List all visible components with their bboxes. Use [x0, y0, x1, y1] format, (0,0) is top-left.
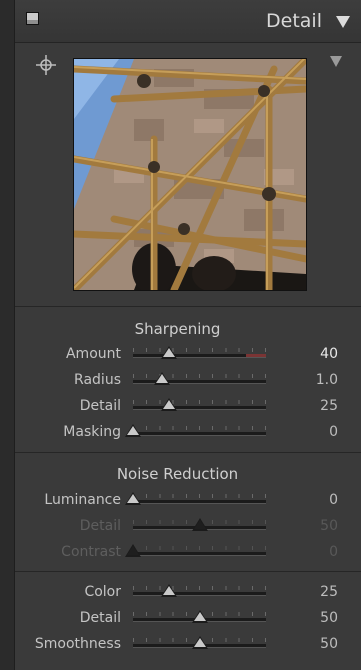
color-detail-slider[interactable] [133, 610, 266, 623]
noise-reduction-section: Noise Reduction Luminance 0 Detail 50 Co… [15, 453, 361, 572]
detail-panel: Detail Sharpening Amount 40 Radius 1.0 D… [14, 0, 361, 670]
masking-value[interactable]: 0 [329, 424, 338, 440]
luminance-detail-value[interactable]: 50 [320, 518, 338, 534]
amount-slider-thumb[interactable] [160, 346, 177, 359]
radius-slider-thumb[interactable] [154, 372, 171, 385]
color-slider[interactable] [133, 584, 266, 597]
luminance-contrast-label: Contrast [61, 544, 121, 560]
luminance-contrast-value[interactable]: 0 [329, 544, 338, 560]
luminance-slider[interactable] [125, 492, 266, 505]
detail-slider[interactable] [133, 398, 266, 411]
smoothness-slider[interactable] [133, 636, 266, 649]
masking-slider-thumb[interactable] [125, 424, 141, 437]
smoothness-value[interactable]: 50 [320, 636, 338, 652]
detail-value[interactable]: 25 [320, 398, 338, 414]
noise-reduction-title: Noise Reduction [116, 465, 239, 483]
amount-row: Amount 40 [15, 344, 361, 366]
luminance-label: Luminance [44, 492, 121, 508]
luminance-contrast-slider-thumb[interactable] [125, 544, 141, 557]
amount-label: Amount [65, 346, 121, 362]
radius-value[interactable]: 1.0 [316, 372, 338, 388]
luminance-detail-row: Detail 50 [15, 516, 361, 538]
masking-label: Masking [63, 424, 121, 440]
panel-switch-icon[interactable] [26, 12, 39, 25]
radius-label: Radius [74, 372, 121, 388]
radius-slider[interactable] [133, 372, 266, 385]
luminance-value[interactable]: 0 [329, 492, 338, 508]
detail-row: Detail 25 [15, 396, 361, 418]
luminance-detail-label: Detail [79, 518, 121, 534]
color-label: Color [84, 584, 121, 600]
color-detail-value[interactable]: 50 [320, 610, 338, 626]
color-value[interactable]: 25 [320, 584, 338, 600]
masking-row: Masking 0 [15, 422, 361, 444]
detail-preview-area [15, 42, 361, 307]
luminance-detail-slider-thumb[interactable] [191, 518, 208, 531]
color-detail-slider-thumb[interactable] [191, 610, 208, 623]
sharpening-section: Sharpening Amount 40 Radius 1.0 Detail 2… [15, 307, 361, 453]
amount-slider[interactable] [133, 346, 266, 359]
detail-preview-image[interactable] [73, 58, 307, 291]
color-noise-section: Color 25 Detail 50 Smoothness 50 [15, 572, 361, 670]
panel-header[interactable]: Detail [15, 0, 361, 43]
sharpening-title: Sharpening [134, 320, 221, 338]
luminance-row: Luminance 0 [15, 490, 361, 512]
smoothness-label: Smoothness [34, 636, 121, 652]
color-row: Color 25 [15, 582, 361, 604]
color-slider-thumb[interactable] [160, 584, 177, 597]
color-detail-label: Detail [79, 610, 121, 626]
luminance-slider-thumb[interactable] [125, 492, 141, 505]
collapse-triangle-icon[interactable] [336, 16, 350, 28]
detail-slider-thumb[interactable] [160, 398, 177, 411]
masking-slider[interactable] [125, 424, 266, 437]
amount-value[interactable]: 40 [320, 346, 338, 362]
smoothness-row: Smoothness 50 [15, 634, 361, 656]
panel-title: Detail [266, 10, 322, 32]
color-detail-row: Detail 50 [15, 608, 361, 630]
preview-toggle-icon[interactable] [330, 56, 342, 67]
target-adjustment-icon[interactable] [35, 54, 57, 76]
luminance-detail-slider[interactable] [133, 518, 266, 531]
luminance-contrast-row: Contrast 0 [15, 542, 361, 564]
detail-label: Detail [79, 398, 121, 414]
smoothness-slider-thumb[interactable] [191, 636, 208, 649]
amount-highlight [246, 354, 266, 357]
luminance-contrast-slider[interactable] [125, 544, 266, 557]
radius-row: Radius 1.0 [15, 370, 361, 392]
